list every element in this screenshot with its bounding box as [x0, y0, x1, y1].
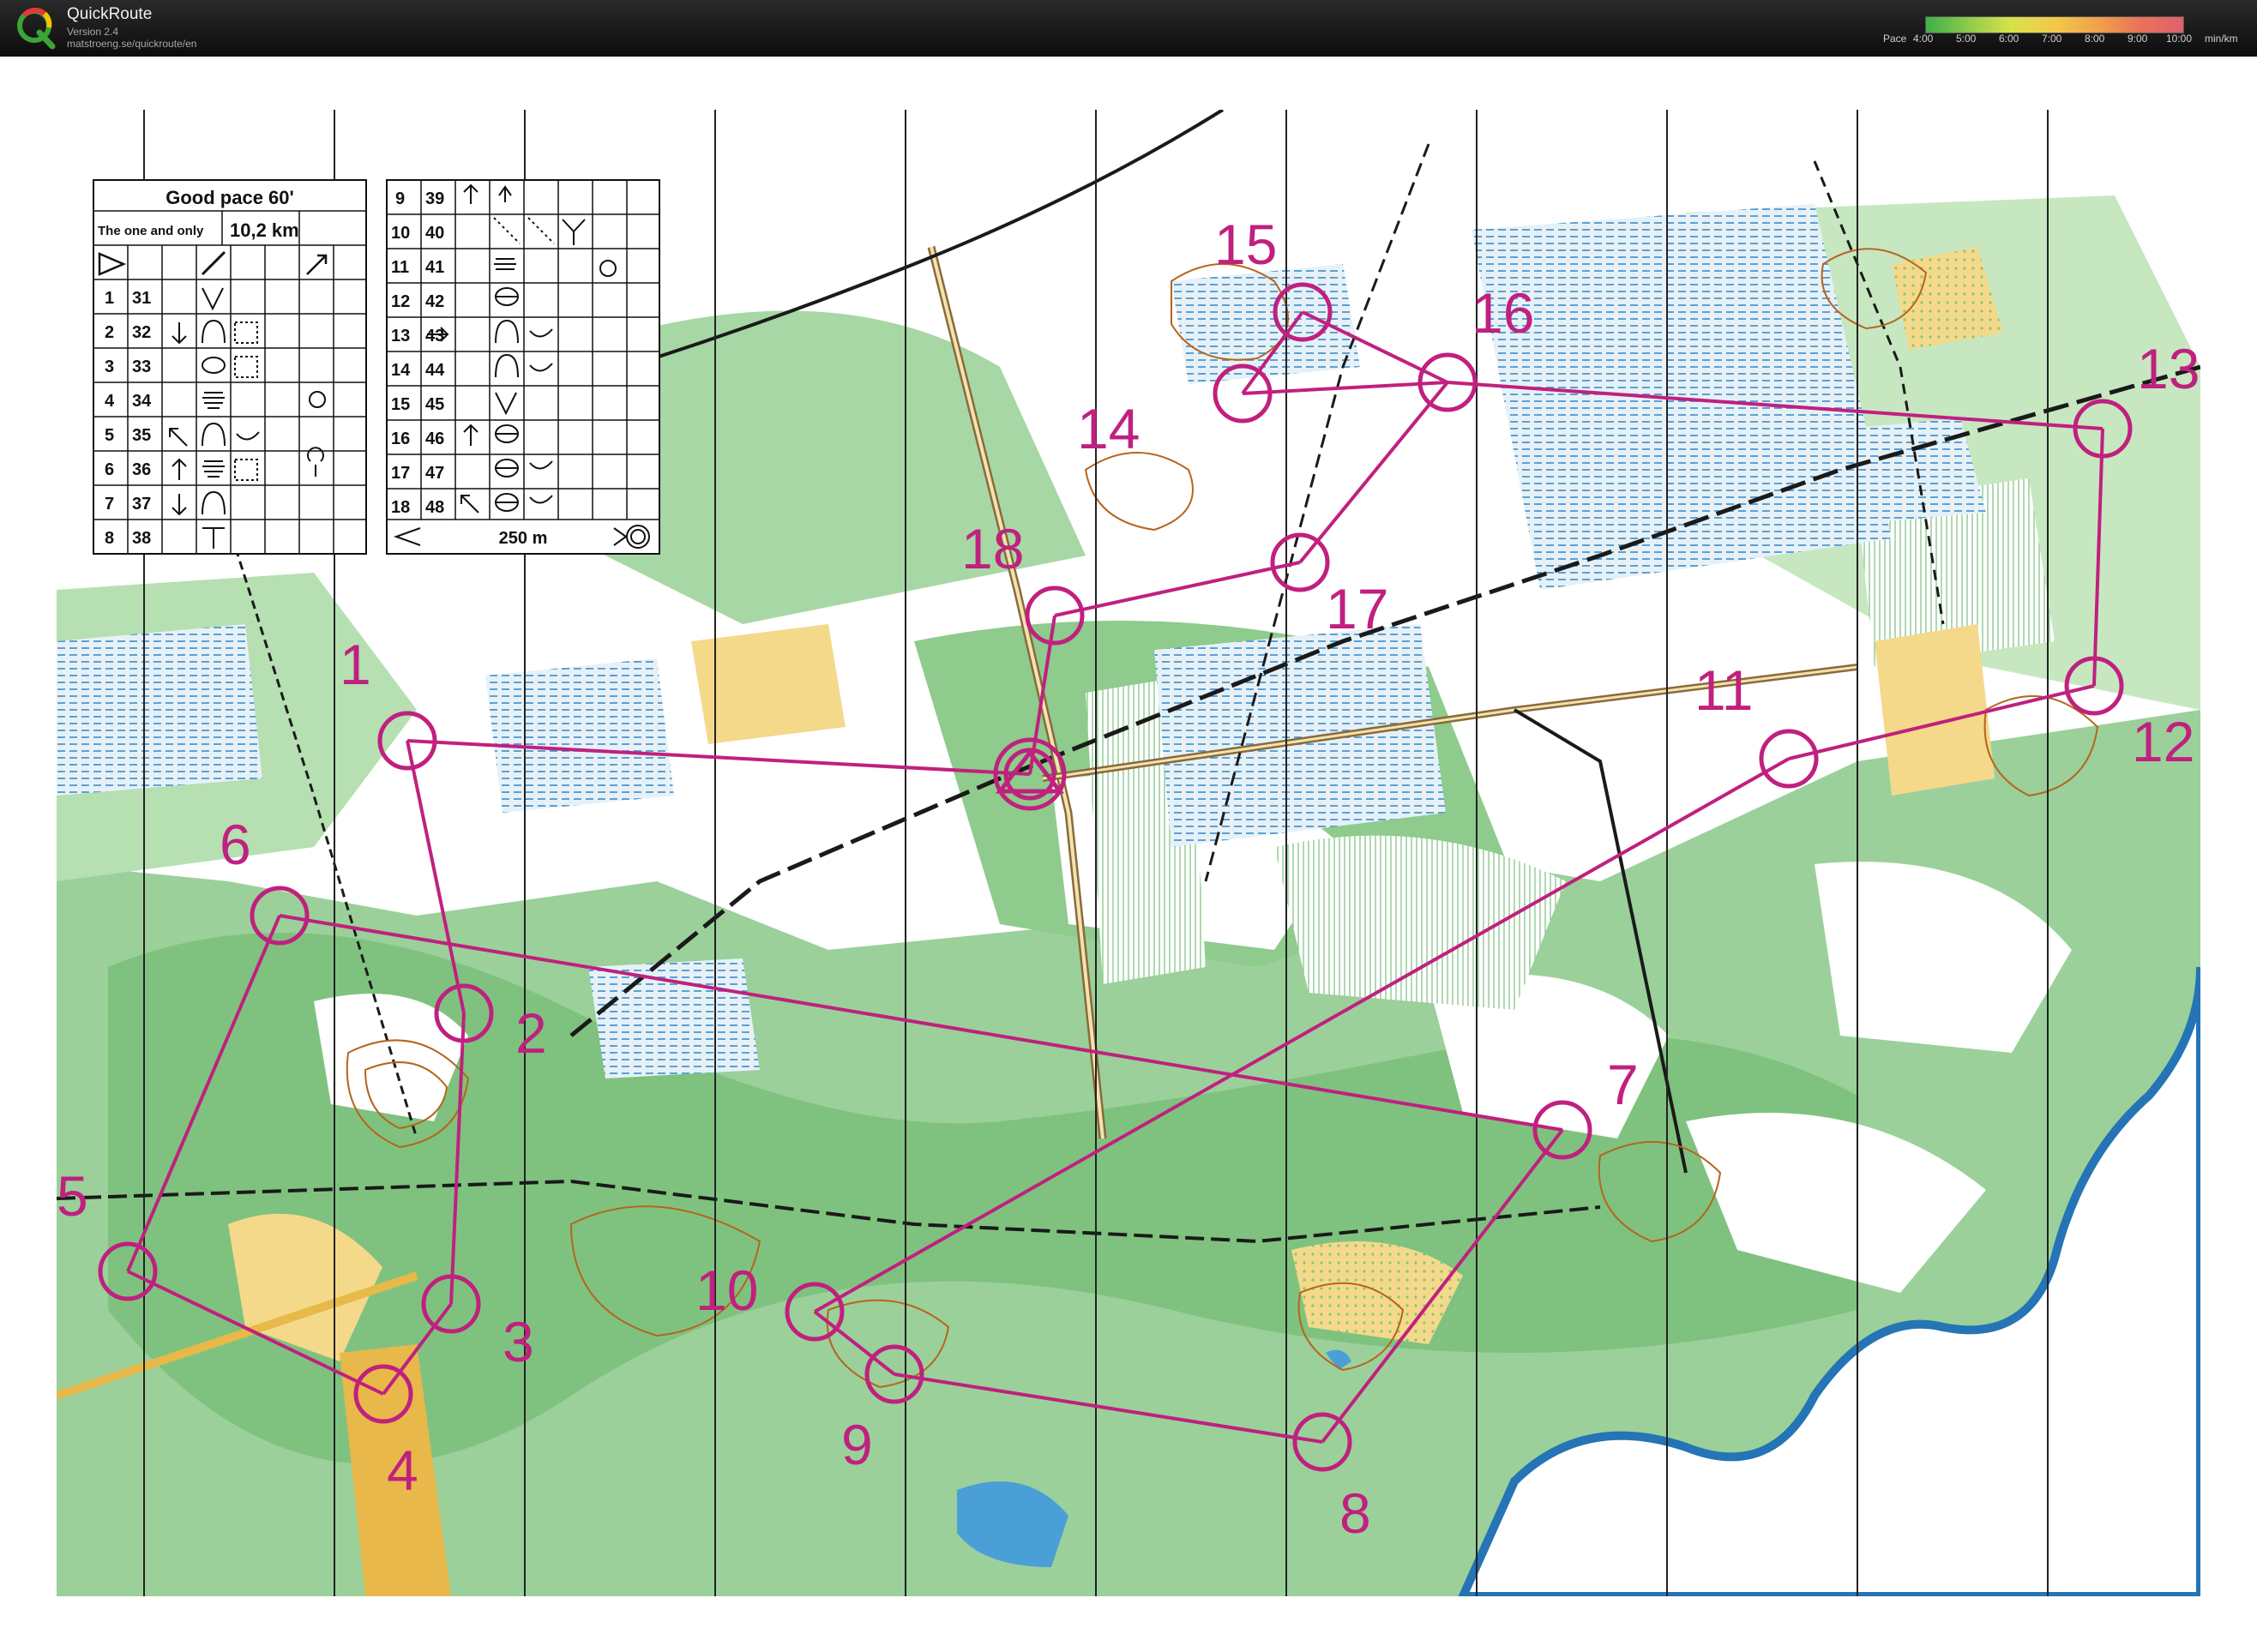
finish-distance: 250 m [499, 529, 548, 548]
control-number: 2 [515, 1001, 547, 1065]
control-number: 6 [220, 813, 251, 876]
control-number: 13 [2137, 337, 2200, 400]
pace-color-bar [1925, 16, 2184, 33]
control-number: 16 [1472, 281, 1534, 345]
control-code: 38 [132, 529, 151, 548]
control-seq: 11 [391, 258, 409, 277]
control-code: 31 [132, 289, 151, 308]
control-seq: 4 [105, 392, 115, 411]
control-code: 46 [425, 430, 444, 448]
control-number: 5 [57, 1164, 88, 1228]
pace-tick: 5:00 [1956, 33, 1977, 45]
event-title: Good pace 60' [166, 187, 294, 208]
control-seq: 16 [391, 430, 410, 448]
map-canvas[interactable]: 1 2 3 4 5 6 7 8 9 10 11 12 13 14 15 16 1… [57, 110, 2200, 1596]
control-seq: 5 [105, 426, 114, 445]
pace-tick: 10:00 [2166, 33, 2193, 45]
control-seq: 14 [391, 361, 411, 380]
control-seq: 13 [391, 327, 410, 345]
control-seq: 17 [391, 464, 410, 483]
control-code: 45 [425, 395, 444, 414]
control-seq: 2 [105, 323, 114, 342]
control-number: 11 [1694, 658, 1754, 722]
control-number: 15 [1214, 213, 1277, 276]
title-bar: QuickRoute Version 2.4 matstroeng.se/qui… [0, 0, 2257, 57]
app-url: matstroeng.se/quickroute/en [67, 38, 197, 50]
control-code: 41 [425, 258, 444, 277]
control-code: 39 [425, 189, 444, 208]
orienteering-map[interactable]: 1 2 3 4 5 6 7 8 9 10 11 12 13 14 15 16 1… [57, 110, 2200, 1596]
control-code: 44 [425, 361, 445, 380]
control-number: 4 [387, 1439, 418, 1502]
control-seq: 1 [105, 289, 114, 308]
pace-unit: min/km [2205, 33, 2238, 45]
pace-label: Pace [1883, 33, 1907, 45]
class-name: The one and only [98, 224, 204, 238]
control-code: 35 [132, 426, 151, 445]
control-number: 7 [1607, 1053, 1639, 1116]
pace-tick: 6:00 [1999, 33, 2019, 45]
control-code: 34 [132, 392, 152, 411]
course-length: 10,2 km [230, 219, 299, 241]
pace-tick: 4:00 [1913, 33, 1934, 45]
pace-legend: Pace 4:00 5:00 6:00 7:00 8:00 9:00 10:00… [1883, 14, 2252, 48]
pace-tick: 8:00 [2085, 33, 2105, 45]
control-seq: 12 [391, 292, 410, 311]
app-title: QuickRoute [67, 5, 153, 23]
control-code: 42 [425, 292, 444, 311]
pace-tick: 7:00 [2042, 33, 2062, 45]
control-seq: 8 [105, 529, 114, 548]
pace-tick: 9:00 [2128, 33, 2148, 45]
control-code: 48 [425, 498, 444, 517]
control-code: 37 [132, 495, 151, 514]
control-number: 12 [2132, 710, 2194, 773]
control-seq: 9 [395, 189, 405, 208]
control-seq: 10 [391, 224, 410, 243]
control-code: 40 [425, 224, 444, 243]
control-code: 33 [132, 357, 151, 376]
control-seq: 6 [105, 460, 114, 479]
control-code: 32 [132, 323, 151, 342]
quickroute-logo-icon [17, 8, 56, 50]
control-seq: 7 [105, 495, 114, 514]
control-seq: 15 [391, 395, 410, 414]
control-code: 47 [425, 464, 444, 483]
control-number: 1 [340, 633, 371, 696]
control-number: 3 [503, 1310, 534, 1373]
control-number: 10 [695, 1259, 758, 1322]
control-seq: 18 [391, 498, 410, 517]
control-number: 8 [1339, 1481, 1371, 1545]
control-seq: 3 [105, 357, 114, 376]
control-number: 9 [841, 1413, 873, 1476]
control-code: 36 [132, 460, 151, 479]
app-version: Version 2.4 [67, 26, 119, 38]
control-number: 17 [1326, 577, 1388, 640]
control-number: 14 [1077, 397, 1140, 460]
control-number: 18 [961, 517, 1024, 580]
